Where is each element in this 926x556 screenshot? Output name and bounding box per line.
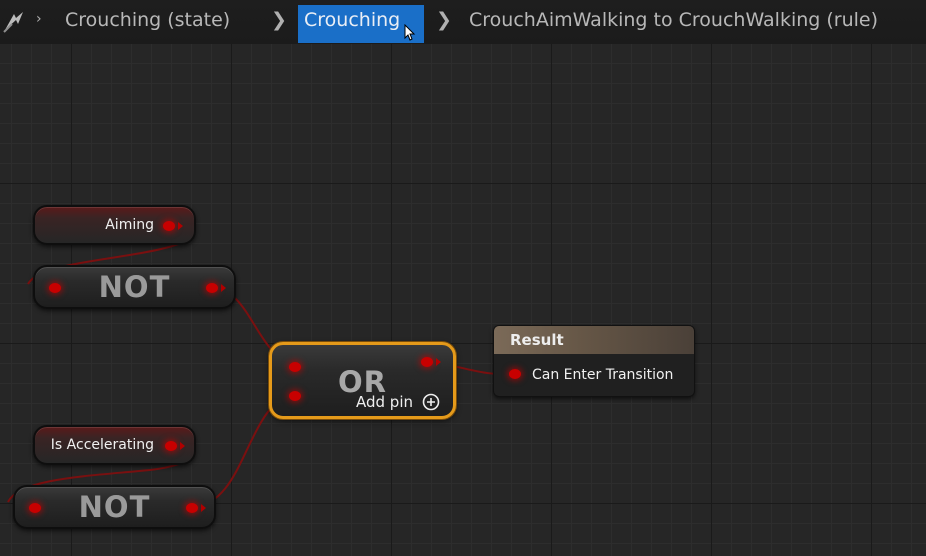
result-header: Result xyxy=(494,326,694,354)
node-title: NOT xyxy=(78,490,151,524)
pin-arrow-icon xyxy=(178,222,183,230)
result-node[interactable]: Result Can Enter Transition xyxy=(493,325,695,397)
node-label: Is Accelerating xyxy=(50,437,154,453)
pin-arrow-icon xyxy=(201,504,206,512)
pin-arrow-icon xyxy=(180,442,185,450)
plus-circle-icon[interactable] xyxy=(422,393,440,415)
breadcrumb-item-rule[interactable]: CrouchAimWalking to CrouchWalking (rule) xyxy=(469,9,878,31)
chevron-right-icon: ❯ xyxy=(271,9,287,31)
is-accelerating-getter-node[interactable]: Is Accelerating xyxy=(33,425,196,465)
breadcrumb-item-state[interactable]: Crouching (state) xyxy=(65,9,230,31)
pin-arrow-icon xyxy=(221,284,226,292)
or-node[interactable]: OR Add pin xyxy=(269,342,456,419)
not-node-bottom[interactable]: NOT xyxy=(13,485,216,529)
blueprint-back-icon[interactable] xyxy=(2,10,28,39)
aiming-getter-node[interactable]: Aiming xyxy=(33,205,196,245)
bool-input-pin[interactable] xyxy=(509,369,521,379)
add-pin-button[interactable]: Add pin xyxy=(356,393,413,411)
breadcrumb: › Crouching (state) ❯ Crouching ❯ Crouch… xyxy=(0,0,926,44)
result-title: Result xyxy=(510,331,564,349)
chevron-right-icon: › xyxy=(36,11,42,27)
bool-output-pin[interactable] xyxy=(206,283,218,293)
bool-output-pin[interactable] xyxy=(165,441,177,451)
mouse-cursor-icon xyxy=(404,23,416,47)
chevron-right-icon: ❯ xyxy=(436,9,452,31)
bool-output-pin[interactable] xyxy=(186,503,198,513)
bool-output-pin[interactable] xyxy=(421,357,433,367)
node-label: Aiming xyxy=(105,217,154,233)
can-enter-transition-label: Can Enter Transition xyxy=(532,367,674,383)
node-title: NOT xyxy=(98,270,171,304)
not-node-top[interactable]: NOT xyxy=(33,265,236,309)
pin-arrow-icon xyxy=(436,358,441,366)
bool-output-pin[interactable] xyxy=(163,221,175,231)
